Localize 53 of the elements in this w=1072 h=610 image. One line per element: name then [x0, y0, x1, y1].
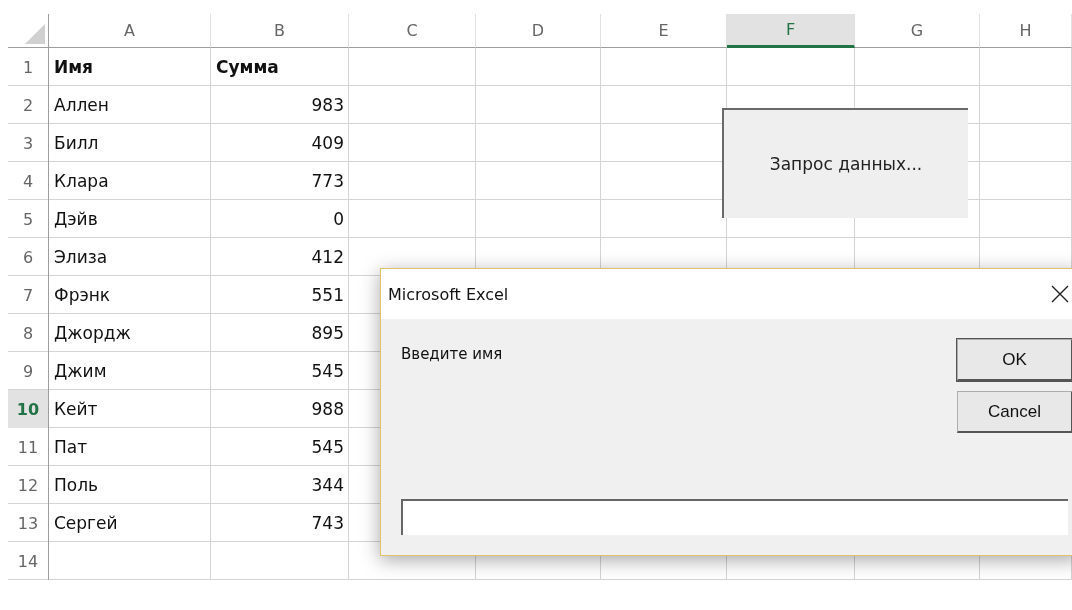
column-title: Сумма: [216, 57, 279, 77]
table-cell: Сергей: [54, 513, 118, 533]
row-header[interactable]: 7: [8, 276, 49, 314]
table-cell: Фрэнк: [54, 285, 111, 305]
table-cell: Поль: [54, 475, 99, 495]
table-cell: 545: [311, 361, 344, 381]
row-header[interactable]: 6: [8, 238, 49, 276]
close-icon[interactable]: [1051, 285, 1069, 303]
table-cell: Клара: [54, 171, 109, 191]
table-cell: 743: [311, 513, 344, 533]
input-field[interactable]: [401, 499, 1068, 535]
table-cell: 545: [311, 437, 344, 457]
column-title: Имя: [54, 57, 94, 77]
row-header[interactable]: 13: [8, 504, 49, 542]
table-cell: 344: [311, 475, 344, 495]
column-header[interactable]: A: [49, 14, 211, 48]
row-header[interactable]: 3: [8, 124, 49, 162]
ok-button[interactable]: OK: [957, 339, 1072, 381]
column-header[interactable]: G: [855, 14, 980, 48]
table-cell: 409: [311, 133, 344, 153]
column-header[interactable]: H: [980, 14, 1072, 48]
row-header[interactable]: 2: [8, 86, 49, 124]
table-cell: 988: [311, 399, 344, 419]
row-header[interactable]: 10: [8, 390, 49, 428]
row-header[interactable]: 11: [8, 428, 49, 466]
row-header[interactable]: 5: [8, 200, 49, 238]
table-cell: Джордж: [54, 323, 131, 343]
column-header[interactable]: D: [476, 14, 601, 48]
table-cell: Аллен: [54, 95, 109, 115]
table-cell: Джим: [54, 361, 107, 381]
dialog-title: Microsoft Excel: [388, 284, 509, 304]
prompt-text: Введите имя: [401, 344, 503, 365]
column-header[interactable]: F: [727, 14, 855, 48]
table-cell: Билл: [54, 133, 99, 153]
table-cell: 895: [311, 323, 344, 343]
table-cell: Элиза: [54, 247, 108, 267]
cancel-button[interactable]: Cancel: [957, 391, 1072, 433]
table-cell: 773: [311, 171, 344, 191]
row-header[interactable]: 8: [8, 314, 49, 352]
row-header[interactable]: 14: [8, 542, 49, 580]
table-cell: 412: [311, 247, 344, 267]
table-cell: Дэйв: [54, 209, 98, 229]
table-cell: 551: [311, 285, 344, 305]
row-header[interactable]: 1: [8, 48, 49, 86]
column-header[interactable]: B: [211, 14, 349, 48]
row-header[interactable]: 4: [8, 162, 49, 200]
table-cell: Кейт: [54, 399, 98, 419]
table-cell: 0: [333, 209, 344, 229]
table-cell: 983: [311, 95, 344, 115]
column-header[interactable]: C: [349, 14, 476, 48]
table-cell: Пат: [54, 437, 88, 457]
row-header[interactable]: 12: [8, 466, 49, 504]
request-data-button[interactable]: Запрос данных...: [722, 108, 968, 218]
